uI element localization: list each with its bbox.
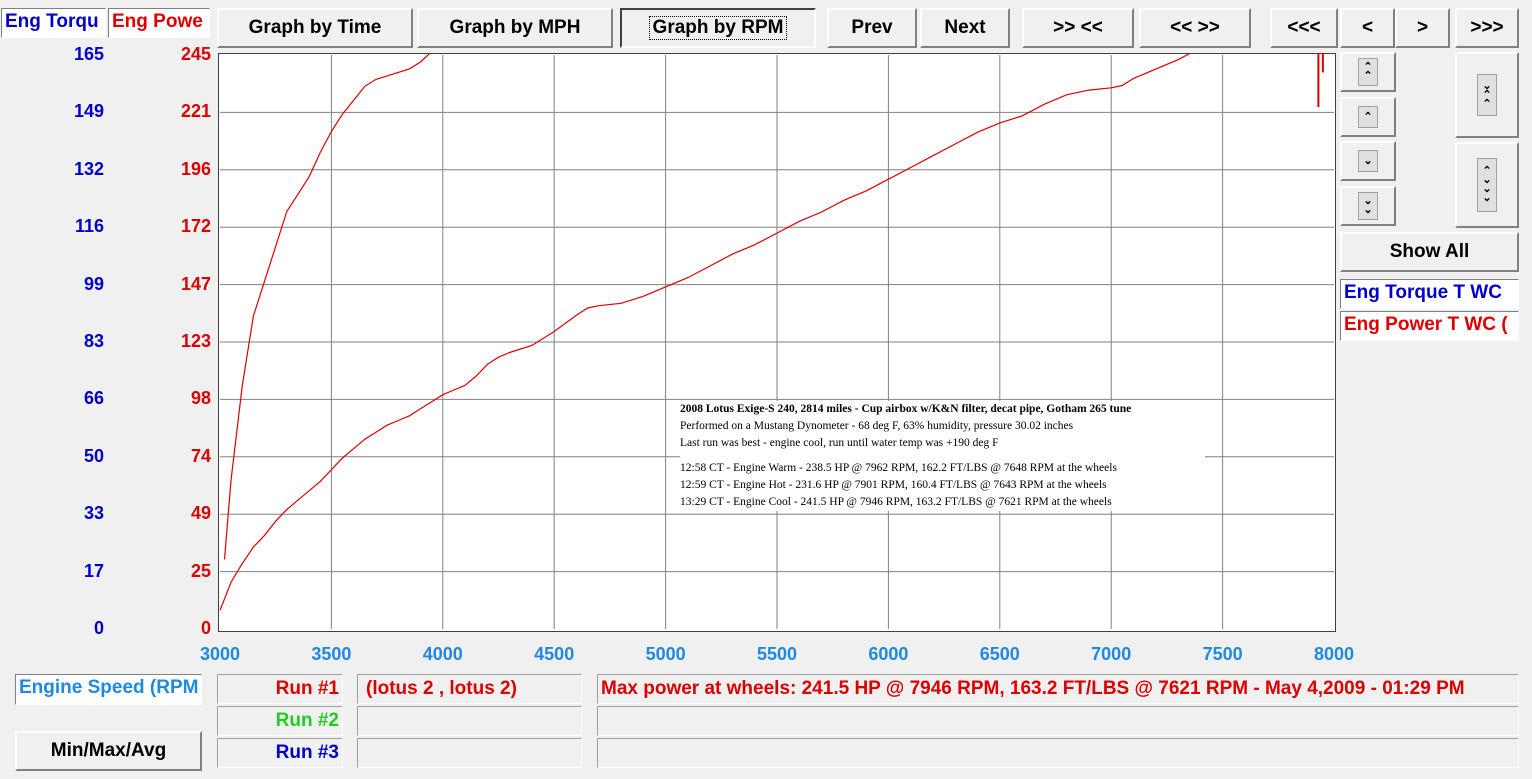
dyno-chart (218, 53, 1336, 632)
y-right-tick-label: 49 (190, 503, 211, 524)
y-right-tick-label: 221 (180, 101, 211, 122)
forward-button[interactable]: > (1395, 8, 1450, 48)
y-left-tick-label: 132 (73, 158, 104, 179)
run-notes: 2008 Lotus Exige-S 240, 2814 miles - Cup… (680, 401, 1205, 511)
y-left-tick-label: 50 (83, 445, 104, 466)
y-left-tick-label: 33 (83, 503, 104, 524)
y-left-tick-label: 66 (83, 388, 104, 409)
y-right-tick-label: 196 (180, 158, 211, 179)
notes-line: Last run was best - engine cool, run unt… (680, 437, 999, 449)
notes-line: 13:29 CT - Engine Cool - 241.5 HP @ 7946… (680, 496, 1112, 508)
legend-power[interactable]: Eng Powe (108, 8, 210, 38)
series-power-item[interactable]: Eng Power T WC ( (1340, 311, 1519, 341)
scroll-up-button[interactable]: ⌃ (1340, 97, 1396, 137)
legend-torque[interactable]: Eng Torqu (1, 8, 106, 38)
zoom-y-in-button[interactable]: ⌄ ⌃ ⌃ (1455, 52, 1519, 138)
back-button[interactable]: < (1340, 8, 1395, 48)
scroll-down-button[interactable]: ⌄ (1340, 141, 1396, 181)
y-left-tick-label: 17 (83, 560, 104, 581)
zoom-in-button[interactable]: >> << (1022, 8, 1134, 48)
zoom-y-out-button[interactable]: ⌃ ⌄ ⌄ ⌄ (1455, 142, 1519, 228)
y-left-tick-label: 165 (73, 44, 104, 64)
scroll-up-fast-button[interactable]: ⌃ ⌃ (1340, 52, 1396, 92)
triple-chevron-icon: ⌄ ⌃ ⌃ (1477, 74, 1497, 116)
chevron-up-icon: ⌃ (1358, 106, 1378, 128)
notes-title: 2008 Lotus Exige-S 240, 2814 miles - Cup… (680, 403, 1132, 415)
prev-button[interactable]: Prev (827, 8, 917, 48)
y-right-tick-label: 172 (180, 216, 211, 237)
next-button[interactable]: Next (920, 8, 1010, 48)
run-2-summary (597, 706, 1519, 736)
y-left-tick-label: 116 (74, 216, 104, 237)
run-3-name (357, 738, 582, 768)
y-left-tick-label: 0 (93, 618, 104, 638)
x-tick-label: 8000 (1313, 644, 1355, 664)
notes-line: 12:59 CT - Engine Hot - 231.6 HP @ 7901 … (680, 479, 1107, 491)
graph-by-time-button[interactable]: Graph by Time (217, 8, 413, 48)
min-max-avg-button[interactable]: Min/Max/Avg (15, 731, 202, 771)
show-all-button[interactable]: Show All (1340, 232, 1519, 272)
triple-chevron-icon: ⌃ ⌄ ⌄ ⌄ (1477, 158, 1497, 212)
y-right-tick-label: 147 (180, 273, 211, 294)
y-right-tick-label: 123 (180, 331, 211, 351)
first-button[interactable]: <<< (1270, 8, 1338, 48)
run-3-summary (597, 738, 1519, 768)
run-3-label[interactable]: Run #3 (217, 738, 343, 768)
y-left-tick-label: 83 (83, 331, 104, 351)
run-1-summary: Max power at wheels: 241.5 HP @ 7946 RPM… (597, 674, 1519, 704)
x-tick-label: 4000 (422, 644, 463, 664)
x-tick-label: 3000 (199, 644, 241, 664)
y-right-tick-label: 74 (190, 445, 211, 466)
double-chevron-up-icon: ⌃ ⌃ (1358, 58, 1378, 86)
run-2-label[interactable]: Run #2 (217, 706, 343, 736)
y-right-tick-label: 98 (190, 388, 211, 409)
run-1-label[interactable]: Run #1 (217, 674, 343, 704)
notes-line: 12:58 CT - Engine Warm - 238.5 HP @ 7962… (680, 462, 1117, 474)
run-2-name (357, 706, 582, 736)
zoom-out-button[interactable]: << >> (1139, 8, 1251, 48)
graph-by-mph-button[interactable]: Graph by MPH (417, 8, 613, 48)
y-right-tick-label: 245 (180, 44, 211, 64)
y-left-tick-label: 149 (73, 101, 104, 122)
last-button[interactable]: >>> (1455, 8, 1519, 48)
x-tick-label: 7000 (1091, 644, 1132, 664)
double-chevron-down-icon: ⌄ ⌄ (1358, 192, 1378, 220)
chevron-down-icon: ⌄ (1358, 150, 1378, 172)
x-tick-label: 6000 (868, 644, 909, 664)
x-tick-label: 3500 (311, 644, 352, 664)
x-tick-label: 6500 (979, 644, 1020, 664)
x-tick-label: 5000 (645, 644, 686, 664)
x-tick-label: 4500 (534, 644, 575, 664)
graph-by-rpm-button[interactable]: Graph by RPM (620, 8, 816, 48)
scroll-down-fast-button[interactable]: ⌄ ⌄ (1340, 186, 1396, 226)
y-right-tick-label: 25 (190, 560, 211, 581)
notes-line: Performed on a Mustang Dynometer - 68 de… (680, 420, 1074, 432)
run-1-name: (lotus 2 , lotus 2) (357, 674, 582, 704)
y-left-tick-label: 99 (83, 273, 104, 294)
y-right-tick-label: 0 (200, 618, 211, 638)
x-axis-selector[interactable]: Engine Speed (RPM (15, 674, 202, 705)
x-tick-label: 5500 (756, 644, 798, 664)
series-torque-item[interactable]: Eng Torque T WC (1340, 279, 1519, 309)
x-tick-label: 7500 (1202, 644, 1243, 664)
